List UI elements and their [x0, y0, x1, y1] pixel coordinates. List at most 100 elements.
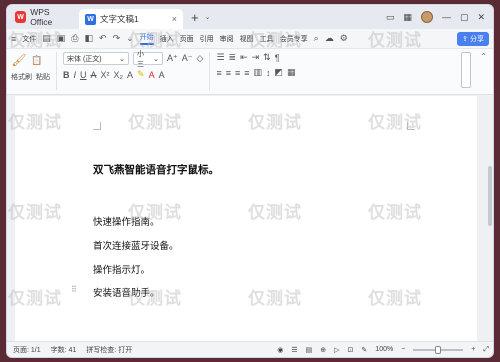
- reading-mode-icon[interactable]: ⊡: [348, 346, 354, 354]
- italic-icon[interactable]: I: [74, 70, 77, 80]
- font-color-icon[interactable]: A: [149, 70, 155, 80]
- close-icon[interactable]: ✕: [477, 12, 485, 23]
- scrollbar-thumb[interactable]: [488, 166, 492, 226]
- menu-file[interactable]: 文件: [22, 34, 36, 44]
- show-marks-icon[interactable]: ¶: [275, 53, 280, 63]
- shading-icon[interactable]: ◩: [275, 67, 284, 78]
- decrease-indent-icon[interactable]: ⇤: [240, 52, 248, 63]
- divider: [56, 52, 57, 90]
- undo-icon[interactable]: ↶: [99, 33, 107, 44]
- paste-label[interactable]: 粘贴: [36, 72, 50, 82]
- more-chevron-icon[interactable]: ⌄: [126, 33, 134, 44]
- sort-icon[interactable]: ⇅: [263, 52, 271, 63]
- word-count[interactable]: 字数: 41: [51, 345, 77, 355]
- menu-start[interactable]: 开始: [139, 32, 154, 45]
- minimize-icon[interactable]: —: [442, 12, 451, 22]
- cloud-icon[interactable]: ☁: [325, 33, 334, 44]
- superscript-icon[interactable]: X²: [101, 70, 110, 80]
- paragraph[interactable]: 快速操作指南。: [93, 214, 160, 228]
- zoom-slider[interactable]: [413, 345, 464, 354]
- clipboard-group: 🖌 📋 格式刷 粘贴: [11, 52, 50, 82]
- bullet-list-icon[interactable]: ☰: [216, 52, 224, 63]
- paste-icon[interactable]: 📋: [31, 55, 42, 66]
- page-view-icon[interactable]: ▤: [306, 346, 313, 354]
- tab-list-chevron-icon[interactable]: ⌄: [205, 13, 211, 21]
- font-group: 宋体 (正文) ⌄ 小三 ⌄ A⁺ A⁻ ◇ B I U A X² X₂ A ✎: [63, 51, 204, 80]
- zoom-knob[interactable]: [435, 345, 442, 354]
- document-page[interactable]: 双飞燕智能语音打字鼠标。 快速操作指南。 首次连接蓝牙设备。 操作指示灯。 ⠿ …: [15, 96, 477, 343]
- save-icon[interactable]: ▣: [57, 33, 66, 44]
- page-indicator[interactable]: 页面: 1/1: [13, 345, 41, 355]
- search-icon[interactable]: ⌕: [314, 33, 319, 44]
- increase-indent-icon[interactable]: ⇥: [252, 52, 260, 63]
- numbered-list-icon[interactable]: ≣: [229, 52, 237, 63]
- menu-tools[interactable]: 工具: [260, 34, 274, 44]
- settings-icon[interactable]: ⚙: [340, 33, 348, 44]
- grow-font-icon[interactable]: A⁺: [167, 53, 178, 64]
- format-painter-icon[interactable]: 🖌: [11, 52, 27, 68]
- redo-icon[interactable]: ↷: [113, 33, 121, 44]
- divider: [209, 52, 211, 90]
- align-left-icon[interactable]: ≡: [216, 68, 221, 78]
- document-tab[interactable]: W 文字文稿1 ×: [79, 9, 183, 29]
- font-family-select[interactable]: 宋体 (正文) ⌄: [63, 52, 129, 65]
- paragraph[interactable]: 首次连接蓝牙设备。: [93, 238, 179, 252]
- web-view-icon[interactable]: ⊕: [320, 346, 326, 354]
- strikethrough-icon[interactable]: A: [91, 70, 97, 80]
- outline-icon[interactable]: ☰: [291, 346, 297, 354]
- char-border-icon[interactable]: A: [159, 70, 165, 80]
- avatar[interactable]: [420, 11, 433, 23]
- menu-icon[interactable]: ≡: [11, 34, 16, 44]
- maximize-icon[interactable]: ▢: [460, 12, 469, 23]
- paragraph-handle-icon[interactable]: ⠿: [71, 285, 77, 294]
- fit-window-icon[interactable]: ⤢: [483, 346, 489, 354]
- document-area: 双飞燕智能语音打字鼠标。 快速操作指南。 首次连接蓝牙设备。 操作指示灯。 ⠿ …: [7, 96, 493, 343]
- text-effect-icon[interactable]: A: [127, 70, 133, 80]
- menu-review[interactable]: 审阅: [220, 34, 234, 44]
- zoom-in-icon[interactable]: +: [471, 346, 475, 353]
- ribbon-collapse-icon[interactable]: ⌃: [480, 52, 487, 61]
- style-gallery[interactable]: [461, 52, 471, 88]
- margin-marker: [407, 122, 415, 130]
- clear-format-icon[interactable]: ◇: [197, 53, 204, 64]
- menu-reference[interactable]: 引用: [200, 34, 214, 44]
- paragraph[interactable]: 安装语音助手。: [93, 285, 160, 299]
- distributed-icon[interactable]: ▥: [254, 67, 263, 78]
- preview-icon[interactable]: ◧: [85, 33, 94, 44]
- spell-check-status[interactable]: 拼写检查: 打开: [86, 345, 132, 355]
- window-icon[interactable]: ▭: [386, 12, 395, 23]
- underline-icon[interactable]: U: [80, 70, 87, 80]
- highlight-icon[interactable]: ✎: [137, 69, 145, 80]
- folder-icon[interactable]: ▤: [42, 33, 51, 44]
- justify-icon[interactable]: ≡: [244, 68, 249, 78]
- app-home-tab[interactable]: W WPS Office: [7, 5, 79, 29]
- print-icon[interactable]: ⎙: [71, 33, 78, 44]
- play-icon[interactable]: ▷: [334, 346, 339, 354]
- align-right-icon[interactable]: ≡: [235, 68, 240, 78]
- grid-icon[interactable]: ▦: [403, 12, 412, 23]
- menu-insert[interactable]: 插入: [160, 34, 174, 44]
- format-painter-label[interactable]: 格式刷: [11, 72, 32, 82]
- menu-member[interactable]: 会员专享: [280, 34, 308, 44]
- close-tab-icon[interactable]: ×: [172, 14, 177, 24]
- share-button[interactable]: ⇪ 分享: [457, 31, 489, 46]
- subscript-icon[interactable]: X₂: [114, 70, 124, 80]
- write-icon[interactable]: ✎: [361, 346, 367, 354]
- document-icon: W: [85, 13, 96, 25]
- shrink-font-icon[interactable]: A⁻: [182, 53, 193, 64]
- new-tab-button[interactable]: +: [191, 10, 199, 25]
- border-icon[interactable]: ▦: [287, 67, 296, 78]
- menu-page[interactable]: 页面: [180, 34, 194, 44]
- wps-window: W WPS Office W 文字文稿1 × + ⌄ ▭ ▦ — ▢ ✕ ≡ 文…: [6, 4, 494, 358]
- paragraph[interactable]: 操作指示灯。: [93, 262, 150, 276]
- align-center-icon[interactable]: ≡: [226, 68, 231, 78]
- font-size-select[interactable]: 小三 ⌄: [133, 51, 163, 68]
- document-heading[interactable]: 双飞燕智能语音打字鼠标。: [93, 162, 219, 177]
- chevron-down-icon: ⌄: [119, 55, 125, 63]
- eye-icon[interactable]: ◉: [277, 346, 283, 354]
- zoom-value[interactable]: 100%: [375, 346, 393, 353]
- zoom-out-icon[interactable]: −: [401, 346, 405, 353]
- line-spacing-icon[interactable]: ↕: [266, 68, 271, 78]
- bold-icon[interactable]: B: [63, 70, 70, 80]
- menu-view[interactable]: 视图: [240, 34, 254, 44]
